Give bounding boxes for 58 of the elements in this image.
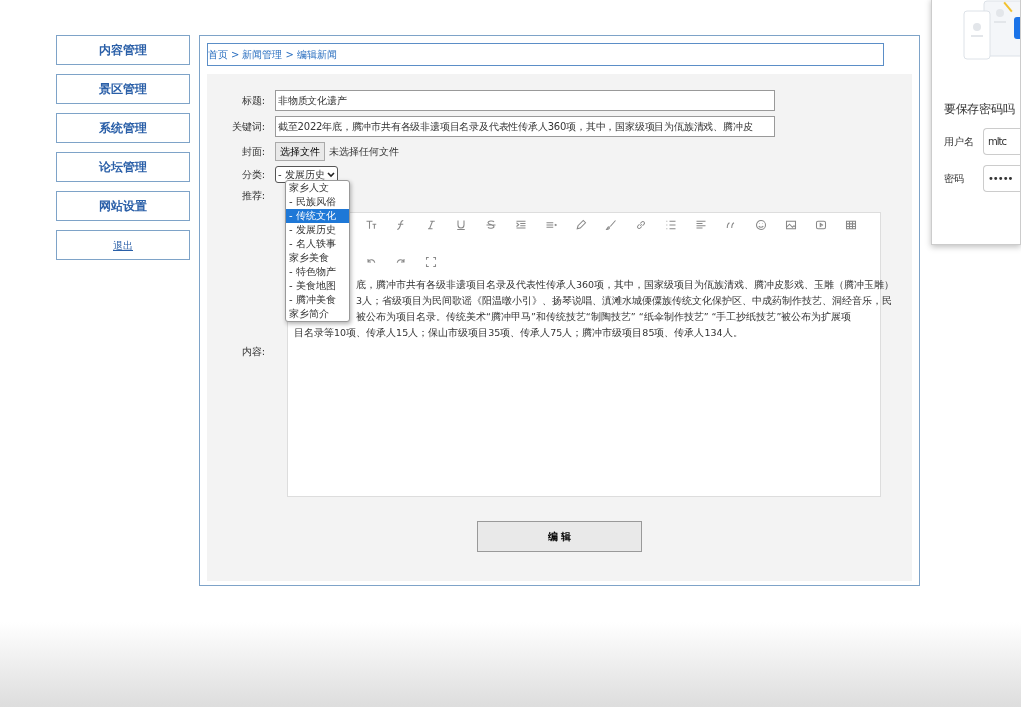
content-text-line: 被公布为项目名录。传统美术“腾冲甲马”和传统技艺“制陶技艺” “纸伞制作技艺” “手工抄纸技艺”被公布为扩展项 [356, 311, 852, 322]
content-text-line: 底，腾冲市共有各级非遗项目名录及代表性传承人360项，其中，国家级项目为佤族清戏、腾冲皮影戏、玉雕（腾冲玉雕） [356, 279, 895, 290]
sidebar-button[interactable]: 内容管理 [56, 35, 190, 65]
strikethrough-icon[interactable] [485, 219, 497, 231]
field-label: 推荐: [240, 189, 266, 203]
content-text-line: 目名录等10项、传承人15人；保山市级项目35项、传承人75人；腾冲市级项目85项、传承人134人。 [294, 327, 743, 338]
content-text-line: 3人；省级项目为民间歌谣《阳温暾小引》、扬琴说唱、滇滩水城傈僳族传统文化保护区、中成药制作技艺、洞经音乐，民 [356, 295, 893, 306]
sidebar-button[interactable]: 系统管理 [56, 113, 190, 143]
choose-file-button[interactable]: 选择文件 [275, 142, 325, 161]
field-label: 标题: [240, 94, 266, 108]
username-field[interactable]: mltc [982, 128, 1020, 156]
sidebar-button[interactable]: 网站设置 [56, 191, 190, 221]
dropdown-option[interactable]: - 发展历史 [286, 223, 349, 237]
sidebar-button[interactable]: 景区管理 [56, 74, 190, 104]
dropdown-option[interactable]: 家乡美食 [286, 251, 349, 265]
dropdown-option[interactable]: - 民族风俗 [286, 195, 349, 209]
link-icon[interactable] [635, 219, 647, 231]
video-icon[interactable] [815, 219, 827, 231]
field-label: 封面: [240, 145, 266, 159]
underline-icon[interactable] [455, 219, 467, 231]
file-status: 未选择任何文件 [329, 145, 399, 159]
dropdown-option[interactable]: - 美食地图 [286, 279, 349, 293]
dropdown-option[interactable]: - 特色物产 [286, 265, 349, 279]
dropdown-option[interactable]: - 传统文化 [286, 209, 349, 223]
fullscreen-icon[interactable] [425, 255, 437, 268]
breadcrumb-separator: > [285, 48, 294, 62]
pencil-icon[interactable] [575, 219, 587, 231]
emoji-icon[interactable] [755, 219, 767, 231]
password-field[interactable]: ••••• [982, 165, 1020, 193]
dropdown-option[interactable]: - 腾冲美食 [286, 293, 349, 307]
keywords-field[interactable]: 截至2022年底，腾冲市共有各级非遗项目名录及代表性传承人360项，其中，国家级项目为佤族清戏、腾冲皮 [275, 116, 775, 137]
sidebar-button[interactable]: 论坛管理 [56, 152, 190, 182]
breadcrumb-link[interactable]: 新闻管理 [242, 47, 283, 62]
table-icon[interactable] [845, 219, 857, 231]
popup-title: 要保存密码吗 [944, 101, 1016, 118]
dropdown-option[interactable]: 家乡简介 [286, 307, 349, 321]
brush-icon[interactable] [605, 219, 617, 231]
edit-button[interactable]: 编 辑 [477, 521, 642, 552]
dropdown-option[interactable]: 家乡人文 [286, 181, 349, 195]
align-icon[interactable] [545, 219, 557, 231]
username-label: 用户名 [944, 135, 975, 150]
breadcrumb-separator: > [231, 48, 240, 62]
field-label: 关键词: [230, 120, 266, 134]
italic-icon[interactable] [425, 219, 437, 231]
image-icon[interactable] [785, 219, 797, 231]
quote-icon[interactable] [725, 219, 737, 231]
breadcrumb-link[interactable]: 编辑新闻 [296, 47, 337, 62]
logout-link[interactable]: 退出 [56, 230, 190, 260]
dropdown-option[interactable]: - 名人轶事 [286, 237, 349, 251]
text-size-icon[interactable] [365, 219, 377, 231]
indent-icon[interactable] [515, 219, 527, 231]
paragraph-icon[interactable] [695, 219, 707, 231]
field-label: 内容: [240, 345, 266, 359]
field-label: 分类: [240, 168, 266, 182]
caret-icon [326, 171, 335, 178]
title-field[interactable]: 非物质文化遗产 [275, 90, 775, 111]
breadcrumb-link[interactable]: 首页 [208, 47, 228, 62]
password-label: 密码 [944, 172, 965, 187]
